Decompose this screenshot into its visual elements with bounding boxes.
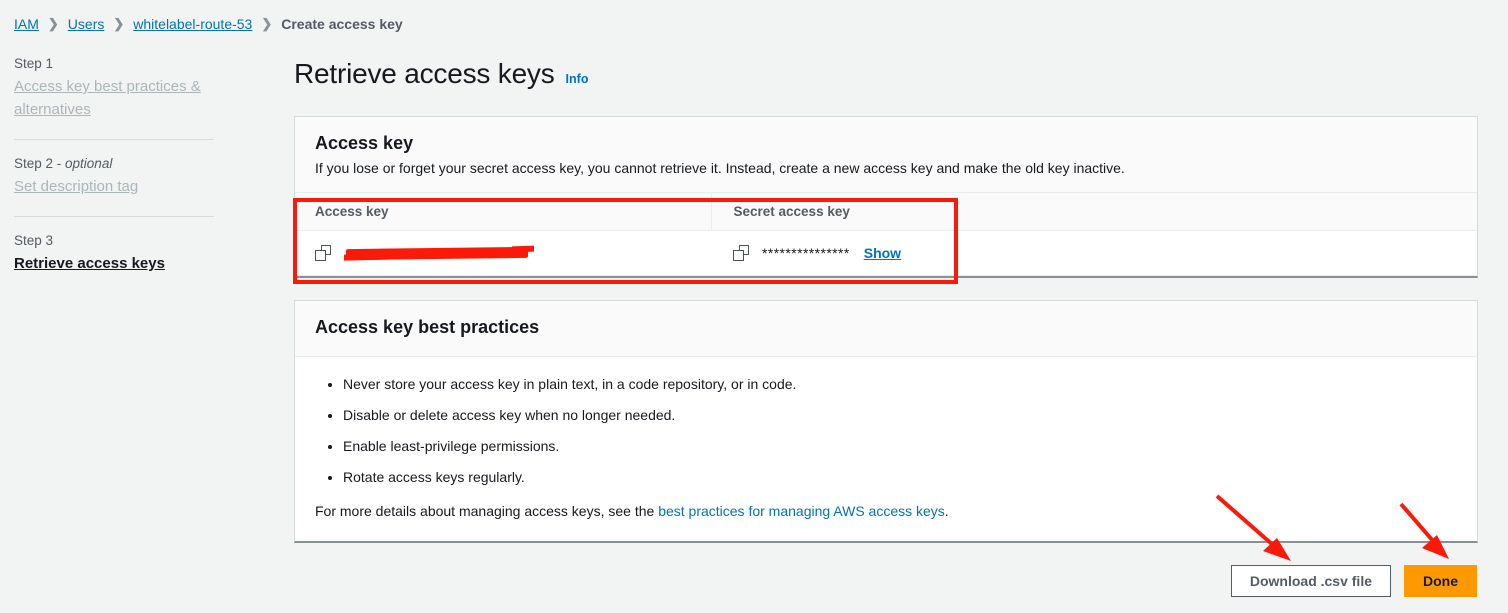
- secret-access-key-cell: *************** Show: [711, 231, 1477, 276]
- list-item: Rotate access keys regularly.: [343, 468, 1457, 487]
- wizard-step-1: Step 1 Access key best practices & alter…: [14, 56, 214, 121]
- list-item: Enable least-privilege permissions.: [343, 437, 1457, 456]
- access-key-card-header: Access key If you lose or forget your se…: [295, 117, 1477, 193]
- wizard-step-2-optional: optional: [65, 156, 112, 171]
- access-key-cell: [295, 231, 711, 276]
- best-practices-body: Never store your access key in plain tex…: [295, 357, 1477, 541]
- wizard-step-2: Step 2 - optional Set description tag: [14, 156, 214, 198]
- best-practices-card-header: Access key best practices: [295, 301, 1477, 357]
- done-button[interactable]: Done: [1404, 565, 1477, 597]
- best-practices-footnote: For more details about managing access k…: [315, 503, 1457, 519]
- best-practices-card-title: Access key best practices: [315, 317, 1457, 338]
- copy-access-key-icon[interactable]: [315, 245, 331, 261]
- breadcrumb-separator-icon: ❯: [113, 16, 124, 32]
- show-secret-access-key-link[interactable]: Show: [864, 245, 901, 261]
- column-header-secret-access-key: Secret access key: [711, 193, 1477, 231]
- main-content: Retrieve access keys Info Access key If …: [294, 0, 1478, 597]
- wizard-step-2-label: Step 2 - optional: [14, 156, 214, 171]
- wizard-step-3-title: Retrieve access keys: [14, 252, 214, 275]
- table-header-row: Access key Secret access key: [295, 193, 1477, 231]
- access-key-card-title: Access key: [315, 133, 1457, 154]
- best-practices-list: Never store your access key in plain tex…: [321, 375, 1457, 487]
- breadcrumb-item-iam[interactable]: IAM: [14, 16, 39, 32]
- secret-access-key-masked-value: ***************: [762, 245, 850, 261]
- wizard-steps-nav: Step 1 Access key best practices & alter…: [14, 56, 214, 275]
- info-link[interactable]: Info: [566, 72, 589, 86]
- best-practices-card: Access key best practices Never store yo…: [294, 300, 1478, 543]
- breadcrumb-separator-icon: ❯: [48, 16, 59, 32]
- access-key-table: Access key Secret access key: [295, 193, 1477, 276]
- access-key-card-description: If you lose or forget your secret access…: [315, 158, 1457, 178]
- list-item: Disable or delete access key when no lon…: [343, 406, 1457, 425]
- copy-secret-access-key-icon[interactable]: [733, 245, 749, 261]
- wizard-divider: [14, 139, 214, 140]
- wizard-divider: [14, 216, 214, 217]
- breadcrumb-item-user[interactable]: whitelabel-route-53: [133, 16, 252, 32]
- wizard-step-1-title[interactable]: Access key best practices & alternatives: [14, 75, 214, 121]
- column-header-access-key: Access key: [295, 193, 711, 231]
- access-key-value-redacted: [344, 245, 530, 261]
- breadcrumb-item-users[interactable]: Users: [68, 16, 105, 32]
- page-title: Retrieve access keys: [294, 58, 555, 90]
- footnote-prefix-text: For more details about managing access k…: [315, 503, 658, 519]
- wizard-step-3: Step 3 Retrieve access keys: [14, 233, 214, 275]
- wizard-step-3-label: Step 3: [14, 233, 214, 248]
- wizard-step-2-title[interactable]: Set description tag: [14, 175, 214, 198]
- footer-actions: Download .csv file Done: [294, 565, 1478, 597]
- page-header: Retrieve access keys Info: [294, 58, 1478, 90]
- wizard-step-2-dash: -: [53, 156, 65, 171]
- access-key-card: Access key If you lose or forget your se…: [294, 116, 1478, 278]
- footnote-suffix-text: .: [945, 503, 949, 519]
- wizard-step-1-label: Step 1: [14, 56, 214, 71]
- breadcrumb-separator-icon: ❯: [261, 16, 272, 32]
- wizard-step-2-number: Step 2: [14, 156, 53, 171]
- best-practices-doc-link[interactable]: best practices for managing AWS access k…: [658, 503, 945, 519]
- download-csv-button[interactable]: Download .csv file: [1231, 565, 1391, 597]
- list-item: Never store your access key in plain tex…: [343, 375, 1457, 394]
- table-row: *************** Show: [295, 231, 1477, 276]
